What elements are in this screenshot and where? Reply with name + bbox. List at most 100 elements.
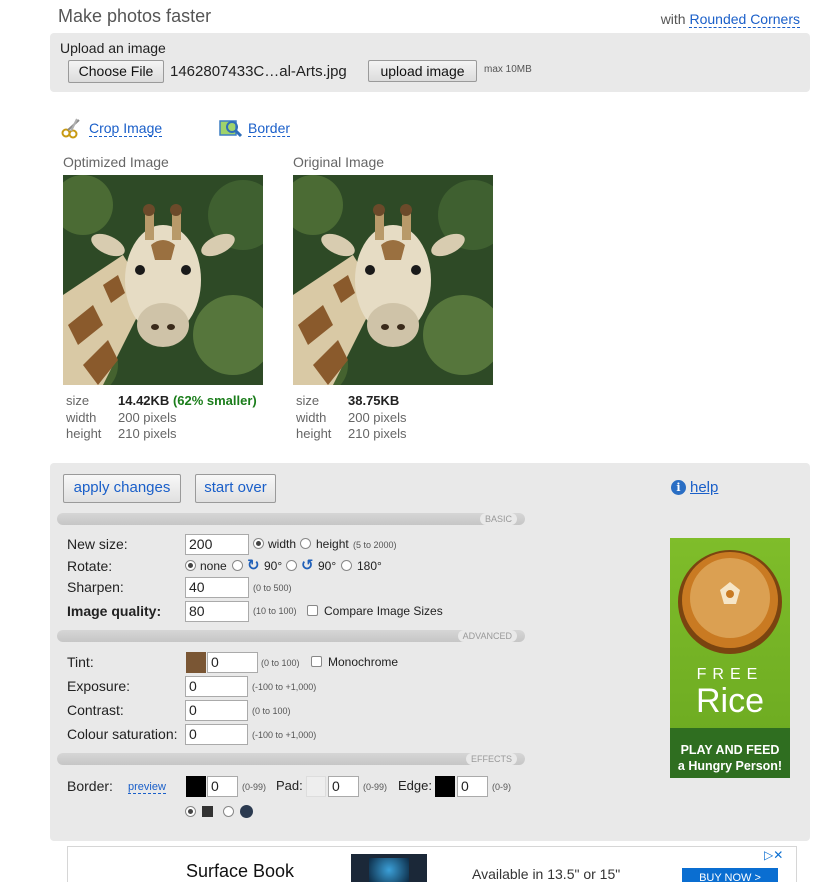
- rotate-clockwise-icon: ↻: [247, 557, 260, 574]
- optimized-caption: Optimized Image: [63, 154, 169, 170]
- rotate-180-radio[interactable]: [341, 560, 352, 571]
- optimized-width-label: width: [66, 409, 97, 425]
- optimized-size-value: 14.42KB: [118, 393, 170, 408]
- ad-hungry-text: a Hungry Person!: [677, 759, 783, 773]
- tint-input[interactable]: 0: [207, 652, 258, 673]
- border-preview-link[interactable]: preview: [128, 781, 166, 794]
- resize-width-radio[interactable]: [253, 538, 264, 549]
- edge-color-swatch[interactable]: [435, 776, 455, 797]
- border-label: Border:: [67, 778, 113, 794]
- optimized-size-label: size: [66, 393, 90, 408]
- ad-play-banner[interactable]: PLAY AND FEED a Hungry Person!: [670, 728, 790, 778]
- scissors-icon[interactable]: [61, 117, 83, 139]
- compare-sizes-label: Compare Image Sizes: [324, 604, 443, 618]
- rotate-none-radio[interactable]: [185, 560, 196, 571]
- resize-height-radio[interactable]: [300, 538, 311, 549]
- optimized-info: size 14.42KB (62% smaller) width 200 pixel…: [66, 393, 257, 443]
- ad-play-text: PLAY AND FEED: [680, 743, 780, 757]
- original-size-value: 38.75KB: [348, 393, 400, 408]
- original-size-label: size: [296, 393, 320, 408]
- exposure-input[interactable]: 0: [185, 676, 248, 697]
- exposure-hint: (-100 to +1,000): [252, 682, 317, 692]
- rotate-none-label: none: [200, 559, 227, 573]
- colour-saturation-label: Colour saturation:: [67, 726, 178, 742]
- with-prefix: with: [660, 11, 686, 27]
- contrast-hint: (0 to 100): [252, 706, 291, 716]
- start-over-button[interactable]: start over: [195, 474, 276, 503]
- border-color-swatch[interactable]: [186, 776, 206, 797]
- advanced-section-title: ADVANCED: [457, 630, 517, 642]
- tint-label: Tint:: [67, 654, 94, 670]
- upload-image-button[interactable]: upload image: [368, 60, 477, 82]
- ad-close-icon[interactable]: ▷✕: [764, 848, 783, 862]
- info-icon[interactable]: i: [671, 480, 686, 495]
- rotate-180-label: 180°: [357, 559, 382, 573]
- border-width-input[interactable]: 0: [207, 776, 238, 797]
- contrast-label: Contrast:: [67, 702, 124, 718]
- ad-availability: Available in 13.5" or 15": [472, 866, 621, 882]
- rotate-ccw-radio[interactable]: [286, 560, 297, 571]
- page-title: Make photos faster: [58, 6, 212, 26]
- tint-color-swatch[interactable]: [186, 652, 206, 673]
- contrast-input[interactable]: 0: [185, 700, 248, 721]
- sharpen-input[interactable]: 40: [185, 577, 249, 598]
- crop-image-link[interactable]: Crop Image: [89, 120, 163, 137]
- original-giraffe-image: [293, 175, 493, 385]
- basic-section-bar: BASIC: [57, 513, 525, 525]
- sharpen-hint: (0 to 500): [253, 583, 292, 593]
- square-corner-icon: [202, 806, 213, 817]
- max-size-note: max 10MB: [484, 64, 532, 75]
- help-link[interactable]: help: [690, 479, 718, 496]
- apply-changes-button[interactable]: apply changes: [63, 474, 181, 503]
- original-height-label: height: [296, 426, 332, 441]
- advanced-section-bar: ADVANCED: [57, 630, 525, 642]
- colour-saturation-input[interactable]: 0: [185, 724, 248, 745]
- ad-buy-now-button[interactable]: BUY NOW >: [682, 868, 778, 882]
- basic-section-title: BASIC: [479, 513, 517, 525]
- new-size-input[interactable]: 200: [185, 534, 249, 555]
- selected-filename: 1462807433C…al-Arts.jpg: [170, 63, 347, 80]
- optimized-giraffe-image: [63, 175, 263, 385]
- size-hint: (5 to 2000): [353, 540, 397, 550]
- quality-hint: (10 to 100): [253, 606, 297, 616]
- round-corner-radio[interactable]: [223, 806, 234, 817]
- resize-width-label: width: [268, 537, 297, 551]
- ad-rice-text: Rice: [695, 682, 765, 720]
- rotate-ccw-label: 90°: [318, 559, 337, 573]
- rotate-counterclockwise-icon: ↺: [301, 557, 314, 574]
- effects-section-bar: EFFECTS: [57, 753, 525, 765]
- effects-section-title: EFFECTS: [465, 753, 517, 765]
- original-width-label: width: [296, 409, 327, 425]
- image-quality-label: Image quality:: [67, 603, 162, 619]
- rotate-label: Rotate:: [67, 558, 113, 574]
- monochrome-label: Monochrome: [328, 655, 399, 669]
- optimized-height-label: height: [66, 426, 102, 441]
- pad-label: Pad:: [276, 778, 303, 793]
- rounded-corners-link[interactable]: Rounded Corners: [689, 11, 800, 28]
- sharpen-label: Sharpen:: [67, 579, 124, 595]
- exposure-label: Exposure:: [67, 678, 131, 694]
- edge-hint: (0-9): [492, 782, 512, 792]
- monochrome-checkbox[interactable]: [311, 656, 322, 667]
- pad-hint: (0-99): [363, 782, 388, 792]
- choose-file-button[interactable]: Choose File: [68, 60, 164, 83]
- border-link[interactable]: Border: [248, 120, 291, 137]
- square-corner-radio[interactable]: [185, 806, 196, 817]
- rotate-cw-radio[interactable]: [232, 560, 243, 571]
- image-quality-input[interactable]: 80: [185, 601, 249, 622]
- pad-color-swatch[interactable]: [306, 776, 326, 797]
- edge-label: Edge:: [398, 778, 432, 793]
- optimized-savings: (62% smaller): [172, 393, 257, 408]
- edge-width-input[interactable]: 0: [457, 776, 488, 797]
- border-tool-icon[interactable]: [219, 117, 243, 139]
- round-corner-icon: [240, 805, 253, 818]
- ad-product-name: Surface Book: [186, 861, 295, 881]
- saturation-hint: (-100 to +1,000): [252, 730, 317, 740]
- ad-product-image: [351, 854, 427, 882]
- original-width-value: 200 pixels: [348, 409, 407, 425]
- rotate-cw-label: 90°: [264, 559, 283, 573]
- new-size-label: New size:: [67, 536, 128, 552]
- original-caption: Original Image: [293, 154, 385, 170]
- compare-sizes-checkbox[interactable]: [307, 605, 318, 616]
- pad-width-input[interactable]: 0: [328, 776, 359, 797]
